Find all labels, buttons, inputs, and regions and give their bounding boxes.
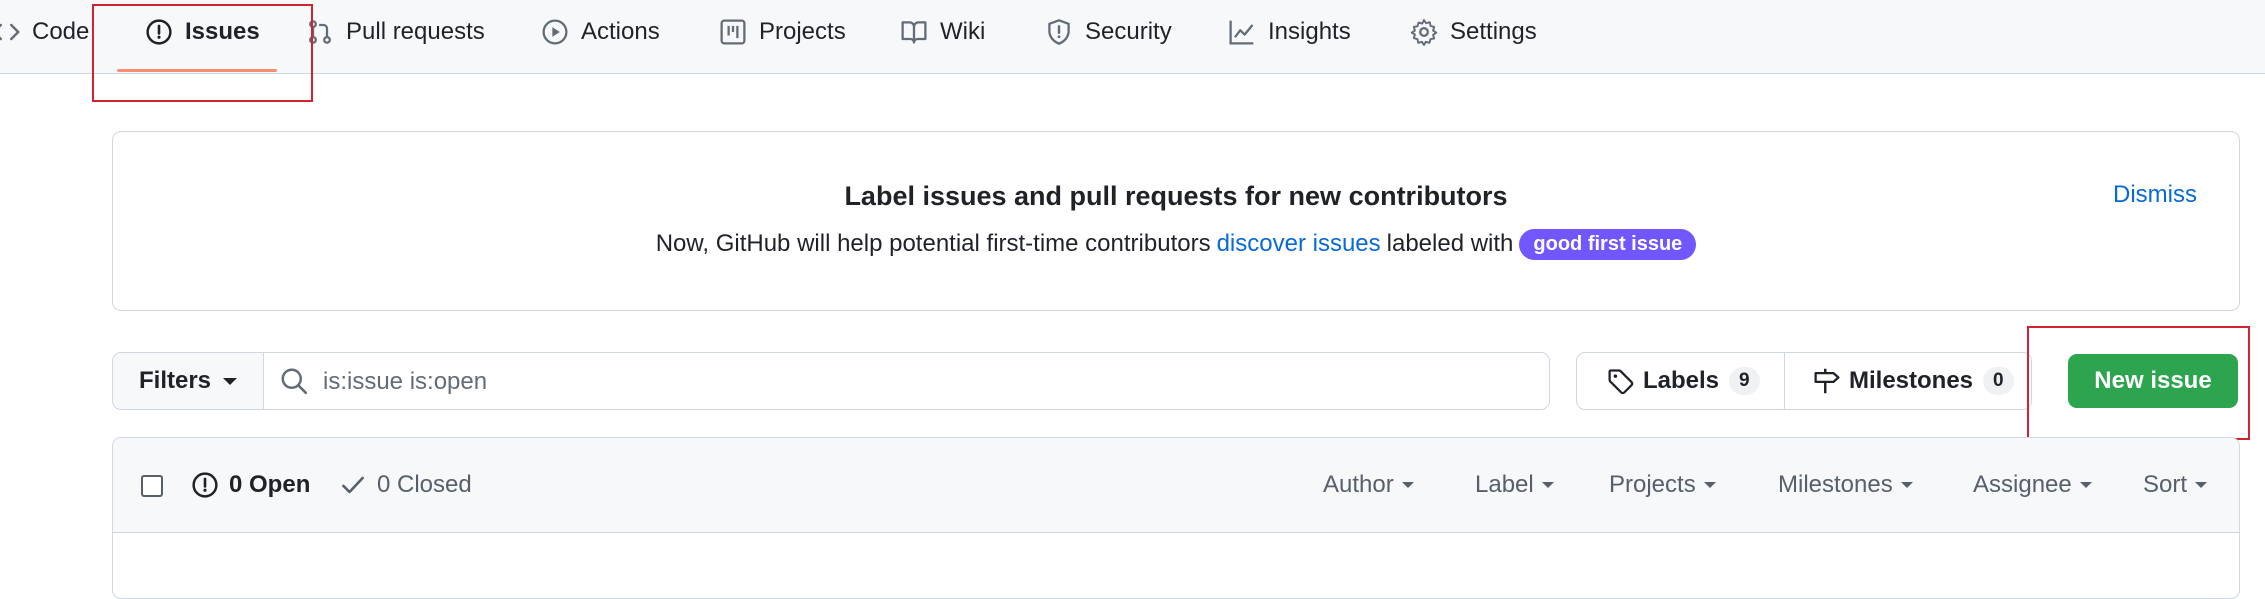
new-issue-highlight-box: [2027, 326, 2250, 440]
repo-nav: Code Issues Pull requests Actions Projec…: [0, 0, 2265, 74]
tab-insights[interactable]: Insights: [1228, 14, 1351, 50]
tab-projects[interactable]: Projects: [719, 14, 846, 50]
book-icon: [901, 21, 927, 44]
filters-label: Filters: [138, 367, 212, 394]
shield-icon: [1048, 19, 1070, 45]
open-issues-filter[interactable]: 0 Open: [191, 467, 310, 503]
tab-code-label: Code: [32, 18, 90, 45]
closed-issues-filter[interactable]: 0 Closed: [339, 467, 472, 503]
banner-text-after: labeled with: [1386, 230, 1514, 257]
issues-list-header: 0 Open 0 Closed Author Label Projects Mi…: [113, 438, 2239, 533]
assignee-filter[interactable]: Assignee: [1973, 467, 2092, 503]
labels-count: 9: [1729, 367, 1760, 395]
closed-count: 0 Closed: [377, 471, 472, 498]
milestones-label: Milestones: [1849, 367, 1974, 394]
author-filter-label: Author: [1323, 471, 1394, 498]
issue-opened-icon: [192, 472, 218, 498]
graph-icon: [1229, 20, 1254, 45]
banner-text-before: Now, GitHub will help potential first-ti…: [655, 230, 1211, 257]
tab-insights-label: Insights: [1268, 18, 1351, 45]
sort-filter-label: Sort: [2143, 471, 2188, 498]
caret-down-icon: [1401, 482, 1414, 488]
assignee-filter-label: Assignee: [1973, 471, 2072, 498]
tab-wiki[interactable]: Wiki: [900, 14, 985, 50]
labels-milestones-group: Labels 9 Milestones 0: [1576, 352, 2032, 410]
tab-security-label: Security: [1085, 18, 1172, 45]
button-group-divider: [1784, 353, 1785, 409]
caret-down-icon: [1900, 482, 1913, 488]
dismiss-link[interactable]: Dismiss: [2113, 181, 2197, 209]
labels-label: Labels: [1643, 367, 1720, 394]
code-icon: [0, 23, 20, 41]
tab-pull-requests[interactable]: Pull requests: [306, 14, 485, 50]
gear-icon: [1410, 19, 1438, 46]
milestones-filter[interactable]: Milestones: [1778, 467, 1913, 503]
caret-down-icon: [223, 377, 238, 385]
search-icon: [281, 368, 308, 395]
open-count: 0 Open: [229, 471, 311, 498]
caret-down-icon: [1541, 482, 1554, 488]
check-icon: [342, 476, 364, 494]
milestones-filter-label: Milestones: [1778, 471, 1893, 498]
caret-down-icon: [2195, 482, 2208, 488]
issue-filter-bar: Filters: [112, 352, 1550, 410]
tab-projects-label: Projects: [759, 18, 846, 45]
tab-settings-label: Settings: [1450, 18, 1537, 45]
tab-security[interactable]: Security: [1045, 14, 1172, 50]
sort-filter[interactable]: Sort: [2143, 467, 2208, 503]
milestones-button[interactable]: Milestones 0: [1813, 353, 2014, 409]
issue-search-input[interactable]: [321, 361, 1525, 403]
new-contributors-banner: Label issues and pull requests for new c…: [112, 131, 2240, 311]
labels-button[interactable]: Labels 9: [1607, 353, 1760, 409]
tab-actions-label: Actions: [581, 18, 660, 45]
projects-filter-label: Projects: [1609, 471, 1696, 498]
author-filter[interactable]: Author: [1323, 467, 1414, 503]
banner-text: Now, GitHub will help potential first-ti…: [113, 226, 2239, 262]
tab-pull-requests-label: Pull requests: [346, 18, 485, 45]
table-icon: [720, 19, 746, 45]
banner-title: Label issues and pull requests for new c…: [844, 181, 1508, 211]
issues-list: 0 Open 0 Closed Author Label Projects Mi…: [112, 437, 2240, 599]
filters-button[interactable]: Filters: [113, 353, 264, 409]
tab-actions[interactable]: Actions: [541, 14, 660, 50]
play-icon: [542, 19, 568, 45]
milestone-icon: [1814, 368, 1840, 394]
tab-wiki-label: Wiki: [940, 18, 986, 45]
label-filter-label: Label: [1475, 471, 1534, 498]
tab-settings[interactable]: Settings: [1410, 14, 1537, 50]
discover-issues-link[interactable]: discover issues: [1217, 230, 1381, 258]
tag-icon: [1608, 369, 1634, 395]
milestones-count: 0: [1983, 367, 2014, 395]
projects-filter[interactable]: Projects: [1609, 467, 1716, 503]
select-all-checkbox[interactable]: [141, 475, 163, 497]
issues-tab-highlight-box: [92, 4, 313, 102]
label-filter[interactable]: Label: [1475, 467, 1554, 503]
good-first-issue-label: good first issue: [1519, 228, 1697, 260]
tab-code[interactable]: Code: [0, 14, 89, 50]
caret-down-icon: [2079, 482, 2092, 488]
caret-down-icon: [1703, 482, 1716, 488]
